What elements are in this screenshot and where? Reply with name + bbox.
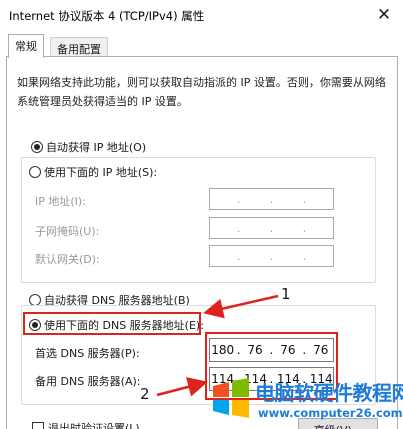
watermark-url: www.computer26.com <box>258 406 403 420</box>
ip-address-field[interactable]: . . . <box>209 188 334 210</box>
window-title: Internet 协议版本 4 (TCP/IPv4) 属性 <box>9 9 205 23</box>
auto-ip-radio-row[interactable]: 自动获得 IP 地址(O) <box>31 139 150 155</box>
description-text: 如果网络支持此功能，则可以获取自动指派的 IP 设置。否则，你需要从网络系统管理… <box>17 76 386 108</box>
octet-dot: . <box>302 249 307 263</box>
tab-alternate-config[interactable]: 备用配置 <box>50 37 108 57</box>
tab-general[interactable]: 常规 <box>8 34 44 58</box>
tab-strip: 常规 备用配置 <box>0 31 403 58</box>
preferred-dns-label: 首选 DNS 服务器(P): <box>35 347 140 360</box>
title-bar: Internet 协议版本 4 (TCP/IPv4) 属性 ✕ <box>0 0 403 31</box>
validate-checkbox[interactable] <box>32 422 44 429</box>
watermark: 电脑软硬件教程网 www.computer26.com <box>211 375 403 429</box>
manual-ip-radio-row[interactable]: 使用下面的 IP 地址(S): <box>29 164 161 180</box>
octet-dot: . <box>236 221 241 235</box>
subnet-mask-field[interactable]: . . . <box>209 217 334 239</box>
manual-ip-radio[interactable] <box>29 166 41 178</box>
ip-address-label: IP 地址(I): <box>35 195 86 208</box>
auto-ip-radio[interactable] <box>31 141 43 153</box>
callout-number-1: 1 <box>281 285 291 303</box>
octet-dot: . <box>302 221 307 235</box>
windows-logo-icon <box>213 378 249 418</box>
manual-ip-label: 使用下面的 IP 地址(S): <box>44 166 158 179</box>
octet-dot: . <box>302 192 307 206</box>
subnet-mask-label: 子网掩码(U): <box>35 225 100 238</box>
auto-ip-label: 自动获得 IP 地址(O) <box>46 141 147 154</box>
watermark-title: 电脑软硬件教程网 <box>255 381 403 405</box>
close-icon[interactable]: ✕ <box>373 4 395 26</box>
default-gateway-label: 默认网关(D): <box>35 253 100 266</box>
validate-checkbox-row[interactable]: 退出时验证设置(L) <box>32 420 140 429</box>
alternate-dns-label: 备用 DNS 服务器(A): <box>35 375 141 388</box>
octet-dot: . <box>236 249 241 263</box>
highlight-manual-dns <box>23 312 201 335</box>
callout-number-2: 2 <box>140 385 150 403</box>
octet-dot: . <box>236 192 241 206</box>
default-gateway-field[interactable]: . . . <box>209 245 334 267</box>
octet-dot: . <box>269 249 274 263</box>
validate-label: 退出时验证设置(L) <box>48 422 140 429</box>
octet-dot: . <box>269 192 274 206</box>
octet-dot: . <box>269 221 274 235</box>
